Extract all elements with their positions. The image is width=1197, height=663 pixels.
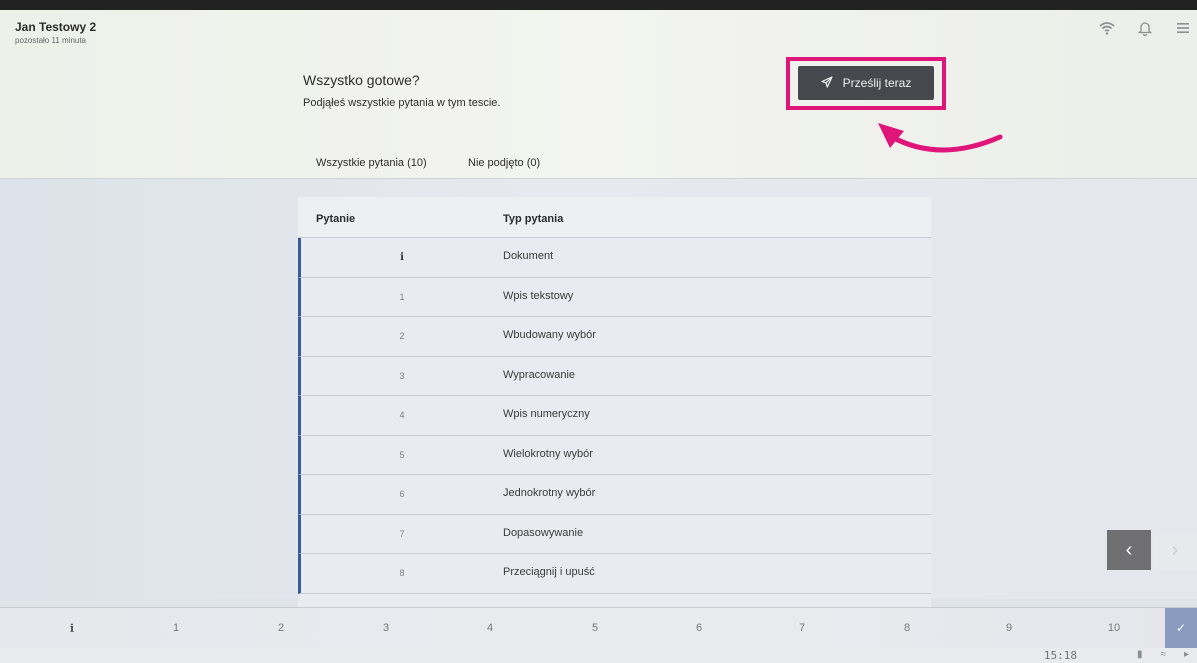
send-icon — [821, 75, 833, 91]
column-header-question: Pytanie — [316, 213, 356, 225]
battery-icon: ▮ — [1136, 649, 1143, 660]
question-type: Wielokrotny wybór — [503, 447, 593, 460]
question-type: Jednokrotny wybór — [503, 487, 596, 499]
submit-now-label: Prześlij teraz — [842, 76, 912, 90]
question-number: i — [400, 252, 404, 263]
system-tray: ▮ ≈ ▸ — [1137, 649, 1189, 660]
question-navigation-bar: i 1 2 3 4 5 6 7 8 9 10 ✓ — [0, 607, 1197, 649]
question-type: Wpis numeryczny — [503, 408, 590, 420]
question-number: 6 — [399, 489, 405, 499]
page-title: Wszystko gotowe? — [303, 72, 420, 88]
table-row[interactable]: 2 Wbudowany wybór — [298, 317, 931, 357]
question-type: Wpis tekstowy — [503, 289, 574, 302]
question-number: 1 — [399, 291, 405, 302]
question-type: Przeciągnij i upuść — [503, 566, 595, 578]
table-row[interactable]: 7 Dopasowywanie — [298, 514, 931, 554]
question-nav-6[interactable]: 6 — [647, 608, 751, 648]
previous-button[interactable]: ‹ — [1107, 530, 1151, 570]
tab-not-attempted[interactable]: Nie podjęto (0) — [468, 157, 540, 169]
check-icon: ✓ — [1175, 621, 1187, 635]
question-nav-4[interactable]: 4 — [438, 608, 542, 648]
review-submit-tab[interactable]: ✓ — [1165, 608, 1197, 648]
question-nav-2[interactable]: 2 — [229, 608, 333, 648]
bell-icon[interactable] — [1137, 20, 1153, 37]
clock: 15:18 — [1043, 649, 1077, 662]
question-number: 8 — [399, 568, 405, 578]
chevron-left-icon: ‹ — [1125, 538, 1133, 561]
question-type: Dokument — [503, 250, 554, 262]
question-nav-10[interactable]: 10 — [1062, 608, 1166, 648]
page-subtitle: Podjąłeś wszystkie pytania w tym tescie. — [303, 97, 501, 109]
question-number: 2 — [399, 331, 405, 341]
table-row[interactable]: 6 Jednokrotny wybór — [298, 475, 931, 515]
question-type: Wypracowanie — [503, 368, 576, 381]
table-header: Pytanie Typ pytania — [298, 197, 931, 238]
question-number: 3 — [399, 370, 405, 381]
menu-icon[interactable] — [1175, 20, 1191, 36]
top-border — [0, 0, 1197, 10]
question-number: 5 — [399, 449, 405, 460]
table-row[interactable]: 1 Wpis tekstowy — [298, 277, 931, 317]
top-icons — [1099, 20, 1191, 37]
wifi-icon[interactable] — [1099, 20, 1115, 36]
question-nav-8[interactable]: 8 — [855, 608, 959, 648]
chevron-right-icon: › — [1171, 538, 1179, 561]
question-type: Wbudowany wybór — [503, 329, 596, 341]
question-nav-5[interactable]: 5 — [543, 608, 647, 648]
table-row[interactable]: 8 Przeciągnij i upuść — [298, 554, 931, 594]
time-remaining: pozostało 11 minuta — [15, 36, 87, 45]
annotation-arrow — [878, 123, 1003, 153]
question-nav-3[interactable]: 3 — [334, 608, 438, 648]
tab-all-questions[interactable]: Wszystkie pytania (10) — [316, 157, 427, 169]
user-name: Jan Testowy 2 — [15, 20, 97, 34]
questions-table: Pytanie Typ pytania i Dokument 1 Wpis te… — [298, 197, 931, 607]
question-nav-7[interactable]: 7 — [750, 608, 854, 648]
table-row[interactable]: 3 Wypracowanie — [298, 356, 931, 396]
submit-now-button[interactable]: Prześlij teraz — [798, 66, 934, 100]
header: Jan Testowy 2 pozostało 11 minuta Wszyst… — [0, 10, 1197, 179]
table-row[interactable]: 5 Wielokrotny wybór — [298, 435, 931, 475]
column-header-type: Typ pytania — [503, 213, 564, 225]
wifi-tray-icon: ≈ — [1160, 649, 1166, 660]
question-type: Dopasowywanie — [503, 526, 584, 539]
next-button[interactable]: › — [1153, 530, 1197, 570]
question-nav-1[interactable]: 1 — [124, 608, 228, 648]
question-nav-9[interactable]: 9 — [957, 608, 1061, 648]
table-row[interactable]: 4 Wpis numeryczny — [298, 396, 931, 436]
question-nav-info[interactable]: i — [20, 608, 124, 648]
volume-icon: ▸ — [1183, 649, 1189, 660]
table-row[interactable]: i Dokument — [298, 238, 931, 278]
question-number: 7 — [399, 528, 405, 539]
question-number: 4 — [399, 410, 405, 420]
system-status-bar: 15:18 ▮ ≈ ▸ — [0, 648, 1197, 663]
